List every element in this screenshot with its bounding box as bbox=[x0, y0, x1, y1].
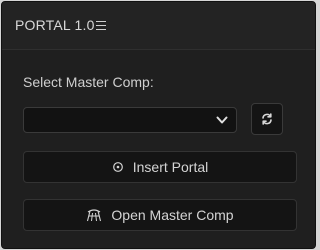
insert-portal-button[interactable]: Insert Portal bbox=[23, 151, 297, 183]
open-master-comp-label: Open Master Comp bbox=[111, 207, 234, 223]
target-circle-icon bbox=[112, 162, 123, 172]
panel-title: PORTAL 1.0 bbox=[15, 17, 95, 33]
insert-portal-label: Insert Portal bbox=[132, 159, 209, 175]
panel-content: Select Master Comp: Insert Portal Open M… bbox=[2, 50, 315, 248]
chevron-down-icon bbox=[216, 116, 228, 124]
portal-arch-icon bbox=[87, 209, 102, 222]
panel-titlebar: PORTAL 1.0 bbox=[2, 2, 315, 50]
select-master-comp-label: Select Master Comp: bbox=[23, 74, 154, 90]
refresh-button[interactable] bbox=[251, 103, 283, 135]
refresh-icon bbox=[262, 113, 272, 125]
open-master-comp-button[interactable]: Open Master Comp bbox=[23, 199, 297, 231]
master-comp-dropdown[interactable] bbox=[23, 107, 237, 133]
hamburger-menu-icon[interactable] bbox=[96, 20, 106, 31]
portal-panel-window: PORTAL 1.0 Select Master Comp: Insert Po… bbox=[1, 1, 316, 249]
